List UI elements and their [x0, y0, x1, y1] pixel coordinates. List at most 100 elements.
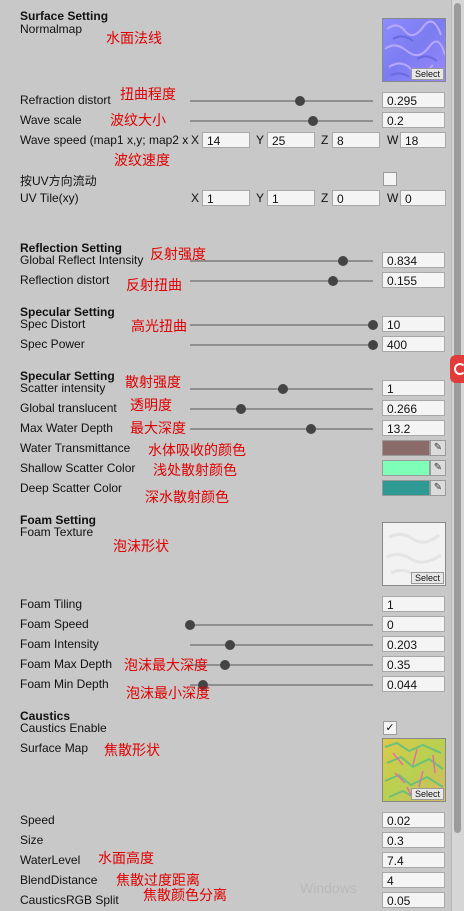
scrollbar-thumb[interactable]: [454, 3, 461, 833]
foam-intensity-field[interactable]: 0.203: [382, 636, 445, 652]
normalmap-note: 水面法线: [106, 31, 162, 47]
spec-distort-label: Spec Distort: [20, 317, 86, 331]
slider-knob[interactable]: [185, 620, 195, 630]
water-level-note: 水面高度: [98, 851, 154, 867]
wave-speed-z-field[interactable]: 8: [332, 132, 380, 148]
slider-knob[interactable]: [278, 384, 289, 394]
rgb-split-field[interactable]: 0.05: [382, 892, 445, 908]
max-water-depth-field[interactable]: 13.2: [382, 420, 445, 436]
vertical-scrollbar[interactable]: [451, 0, 464, 911]
water-transmittance-color[interactable]: [382, 440, 430, 456]
caustics-select-button[interactable]: Select: [410, 788, 444, 800]
slider-knob[interactable]: [337, 256, 348, 266]
slider-knob[interactable]: [368, 340, 378, 350]
max-water-depth-note: 最大深度: [130, 421, 186, 437]
slider-knob[interactable]: [225, 640, 236, 650]
global-reflect-slider[interactable]: [190, 256, 373, 266]
wave-scale-label: Wave scale: [20, 113, 82, 127]
foam-texture-note: 泡沫形状: [113, 539, 169, 555]
spec-power-field[interactable]: 400: [382, 336, 445, 352]
eyedropper-icon[interactable]: ✎: [430, 460, 446, 476]
foam-min-depth-field[interactable]: 0.044: [382, 676, 445, 692]
scatter-intensity-field[interactable]: 1: [382, 380, 445, 396]
foam-tiling-field[interactable]: 1: [382, 596, 445, 612]
global-translucent-label: Global translucent: [20, 401, 117, 415]
uv-tile-z-field[interactable]: 0: [332, 190, 380, 206]
spec-distort-slider[interactable]: [190, 320, 378, 330]
caustics-size-row: Size 0.3: [0, 832, 452, 850]
uv-tile-y-field[interactable]: 1: [267, 190, 315, 206]
global-translucent-field[interactable]: 0.266: [382, 400, 445, 416]
water-level-field[interactable]: 7.4: [382, 852, 445, 868]
slider-knob[interactable]: [368, 320, 378, 330]
foam-max-depth-field[interactable]: 0.35: [382, 656, 445, 672]
wave-speed-w-field[interactable]: 18: [400, 132, 446, 148]
spec-power-slider[interactable]: [190, 340, 378, 350]
foam-intensity-slider[interactable]: [190, 640, 373, 650]
global-translucent-note: 透明度: [130, 398, 172, 414]
reflection-distort-slider[interactable]: [190, 276, 373, 286]
refraction-distort-field[interactable]: 0.295: [382, 92, 445, 108]
foam-speed-field[interactable]: 0: [382, 616, 445, 632]
wave-speed-x-label: X: [191, 133, 200, 147]
foam-speed-row: Foam Speed 0: [0, 616, 452, 634]
slider-knob[interactable]: [219, 660, 230, 670]
shallow-scatter-color[interactable]: [382, 460, 430, 476]
blend-distance-field[interactable]: 4: [382, 872, 445, 888]
wave-scale-slider[interactable]: [190, 116, 373, 126]
foam-min-depth-row: Foam Min Depth 0.044: [0, 676, 452, 694]
uv-flow-label: 按UV方向流动: [20, 174, 97, 188]
shallow-scatter-label: Shallow Scatter Color: [20, 461, 136, 475]
global-translucent-slider[interactable]: [190, 404, 373, 414]
wave-scale-field[interactable]: 0.2: [382, 112, 445, 128]
caustics-enable-checkbox[interactable]: ✓: [383, 721, 397, 735]
refraction-distort-row: Refraction distort 0.295: [0, 92, 452, 110]
eyedropper-icon[interactable]: ✎: [430, 440, 446, 456]
caustics-speed-row: Speed 0.02: [0, 812, 452, 830]
global-reflect-row: Global Reflect Intensity 0.834: [0, 252, 452, 270]
inspector-panel: Surface Setting Normalmap 水面法线 Select Re…: [0, 0, 452, 911]
normalmap-select-button[interactable]: Select: [410, 68, 444, 80]
slider-knob[interactable]: [236, 404, 247, 414]
uv-tile-w-field[interactable]: 0: [400, 190, 446, 206]
foam-intensity-row: Foam Intensity 0.203: [0, 636, 452, 654]
foam-min-depth-slider[interactable]: [190, 680, 373, 690]
rgb-split-label: CausticsRGB Split: [20, 893, 119, 907]
spec-distort-note: 高光扭曲: [131, 319, 187, 335]
bookmark-icon[interactable]: [450, 355, 464, 383]
slider-knob[interactable]: [294, 96, 305, 106]
slider-knob[interactable]: [305, 424, 316, 434]
deep-scatter-color[interactable]: [382, 480, 430, 496]
eyedropper-icon[interactable]: ✎: [430, 480, 446, 496]
foam-max-depth-slider[interactable]: [190, 660, 373, 670]
foam-max-depth-note: 泡沫最大深度: [124, 658, 208, 674]
slider-knob[interactable]: [327, 276, 338, 286]
wave-speed-y-field[interactable]: 25: [267, 132, 315, 148]
wave-speed-note: 波纹速度: [114, 153, 170, 169]
uv-flow-checkbox[interactable]: [383, 172, 397, 186]
foam-speed-slider[interactable]: [185, 620, 373, 630]
scatter-intensity-slider[interactable]: [190, 384, 373, 394]
uv-tile-x-label: X: [191, 191, 200, 205]
normalmap-label: Normalmap: [20, 22, 83, 36]
uv-tile-z-label: Z: [321, 191, 329, 205]
foam-select-button[interactable]: Select: [410, 572, 444, 584]
refraction-distort-slider[interactable]: [190, 96, 373, 106]
uv-tile-label: UV Tile(xy): [20, 191, 79, 205]
foam-texture[interactable]: Select: [382, 522, 446, 586]
normalmap-texture[interactable]: Select: [382, 18, 446, 82]
caustics-speed-field[interactable]: 0.02: [382, 812, 445, 828]
slider-knob[interactable]: [307, 116, 318, 126]
global-reflect-field[interactable]: 0.834: [382, 252, 445, 268]
wave-speed-x-field[interactable]: 14: [202, 132, 250, 148]
max-water-depth-slider[interactable]: [190, 424, 373, 434]
wave-speed-z-label: Z: [321, 133, 329, 147]
deep-scatter-note: 深水散射颜色: [145, 490, 229, 506]
uv-tile-x-field[interactable]: 1: [202, 190, 250, 206]
uv-flow-row: 按UV方向流动: [0, 171, 452, 189]
spec-distort-field[interactable]: 10: [382, 316, 445, 332]
caustics-size-field[interactable]: 0.3: [382, 832, 445, 848]
wave-scale-note: 波纹大小: [110, 113, 166, 129]
reflection-distort-field[interactable]: 0.155: [382, 272, 445, 288]
surface-map-texture[interactable]: Select: [382, 738, 446, 802]
